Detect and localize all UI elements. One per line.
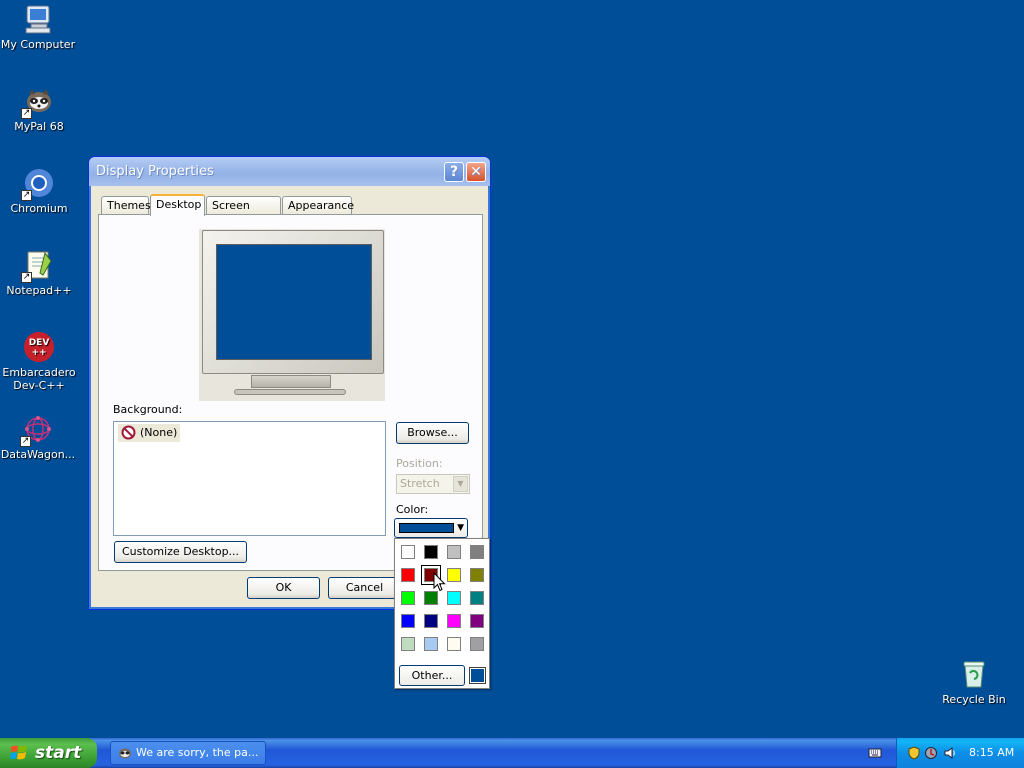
shortcut-arrow-icon: ↗ (21, 108, 32, 119)
color-swatch-cell[interactable] (467, 565, 487, 585)
monitor-base (234, 389, 346, 395)
monitor-preview (199, 229, 385, 401)
ok-button[interactable]: OK (247, 577, 320, 599)
color-swatch (399, 523, 454, 533)
color-swatch-cell[interactable] (467, 588, 487, 608)
tab-screen-saver[interactable]: Screen Saver (206, 196, 281, 225)
mypal-raccoon-icon (119, 748, 131, 759)
dialog-titlebar[interactable]: Display Properties ? ✕ (89, 157, 490, 186)
color-swatch-cell[interactable] (421, 611, 441, 631)
svg-text:DEV: DEV (29, 338, 50, 348)
recycle-bin-icon (958, 658, 990, 690)
taskbar: start We are sorry, the pa... 8:15 AM (0, 738, 1024, 768)
position-value: Stretch (400, 477, 440, 490)
computer-icon (22, 3, 54, 35)
color-swatch-cell[interactable] (444, 565, 464, 585)
desktop-icon-recycle-bin[interactable]: Recycle Bin (934, 658, 1014, 706)
shortcut-arrow-icon: ↗ (21, 272, 32, 283)
desktop-icon-my-computer[interactable]: My Computer (0, 3, 78, 51)
color-swatch-cell[interactable] (421, 634, 441, 654)
color-swatch-cell[interactable] (398, 542, 418, 562)
color-swatch-cell[interactable] (467, 611, 487, 631)
keyboard-icon[interactable] (868, 746, 882, 760)
devcpp-icon: DEV ++ (23, 331, 55, 363)
mypal-raccoon-icon: ↗ (21, 85, 55, 119)
customize-desktop-button[interactable]: Customize Desktop... (114, 541, 247, 563)
clock[interactable]: 8:15 AM (969, 738, 1014, 768)
tab-appearance[interactable]: Appearance (282, 196, 354, 215)
color-swatch-cell[interactable] (444, 588, 464, 608)
color-label: Color: (396, 503, 429, 516)
color-swatch-cell[interactable] (467, 634, 487, 654)
system-tray: 8:15 AM (896, 738, 1024, 768)
background-label: Background: (113, 403, 183, 416)
color-swatch-cell[interactable] (467, 542, 487, 562)
monitor-neck (251, 375, 331, 388)
shortcut-arrow-icon: ↗ (21, 190, 32, 201)
volume-icon[interactable] (943, 746, 957, 760)
taskbar-item-browser[interactable]: We are sorry, the pa... (110, 741, 266, 765)
desktop-icon-label: DataWagon... (0, 448, 76, 461)
cancel-button[interactable]: Cancel (328, 577, 401, 599)
color-picker-button[interactable]: ▼ (394, 518, 468, 538)
chromium-icon: ↗ (21, 167, 55, 201)
desktop-icon-datawagon[interactable]: ↗ DataWagon... (0, 413, 78, 461)
color-swatch-cell[interactable] (444, 634, 464, 654)
monitor-preview-screen (216, 244, 372, 360)
other-color-button[interactable]: Other... (399, 665, 465, 686)
background-list[interactable]: (None) (113, 421, 386, 536)
status-icon[interactable] (924, 746, 938, 760)
color-swatch-cell[interactable] (398, 634, 418, 654)
help-button[interactable]: ? (444, 162, 464, 182)
tab-desktop[interactable]: Desktop (150, 194, 205, 216)
security-shield-icon[interactable] (907, 746, 921, 760)
current-color-swatch (469, 667, 486, 684)
taskbar-item-label: We are sorry, the pa... (136, 746, 259, 759)
svg-text:++: ++ (31, 348, 46, 358)
desktop-icon-label: My Computer (0, 38, 76, 51)
start-button[interactable]: start (0, 738, 97, 768)
color-swatch-cell[interactable] (398, 611, 418, 631)
desktop-icon-notepadpp[interactable]: ↗ Notepad++ (0, 249, 79, 297)
desktop-icon-label: Recycle Bin (942, 693, 1006, 706)
close-button[interactable]: ✕ (466, 162, 486, 182)
color-swatch-cell[interactable] (444, 611, 464, 631)
windows-logo-icon (10, 745, 27, 760)
color-swatch-cell[interactable] (398, 565, 418, 585)
dialog-title: Display Properties (96, 164, 214, 179)
none-icon (121, 425, 136, 440)
monitor-bezel (202, 230, 384, 374)
start-label: start (35, 743, 82, 763)
desktop-icon-mypal[interactable]: ↗ MyPal 68 (0, 85, 79, 133)
position-label: Position: (396, 457, 443, 470)
datawagon-icon: ↗ (20, 413, 54, 447)
mouse-cursor-icon (433, 572, 446, 592)
desktop-icon-devcpp[interactable]: DEV ++ Embarcadero Dev-C++ (0, 331, 79, 392)
tab-themes[interactable]: Themes (101, 196, 151, 215)
shortcut-arrow-icon: ↗ (20, 436, 31, 447)
color-swatch-cell[interactable] (421, 542, 441, 562)
background-list-item[interactable]: (None) (118, 424, 181, 442)
desktop-icon-label: Embarcadero Dev-C++ (2, 366, 76, 392)
chevron-down-icon: ▼ (453, 476, 468, 492)
desktop-icon-label: MyPal 68 (14, 120, 64, 133)
background-item-label: (None) (140, 426, 178, 439)
notepadpp-icon: ↗ (21, 249, 55, 283)
color-palette-popup: Other... (394, 538, 490, 689)
chevron-down-icon: ▼ (457, 523, 464, 533)
color-swatch-cell[interactable] (444, 542, 464, 562)
color-swatch-cell[interactable] (398, 588, 418, 608)
position-dropdown[interactable]: Stretch ▼ (396, 474, 470, 494)
desktop-icon-label: Notepad++ (6, 284, 72, 297)
desktop-icon-chromium[interactable]: ↗ Chromium (0, 167, 79, 215)
browse-button[interactable]: Browse... (396, 422, 469, 444)
desktop-icon-label: Chromium (10, 202, 68, 215)
